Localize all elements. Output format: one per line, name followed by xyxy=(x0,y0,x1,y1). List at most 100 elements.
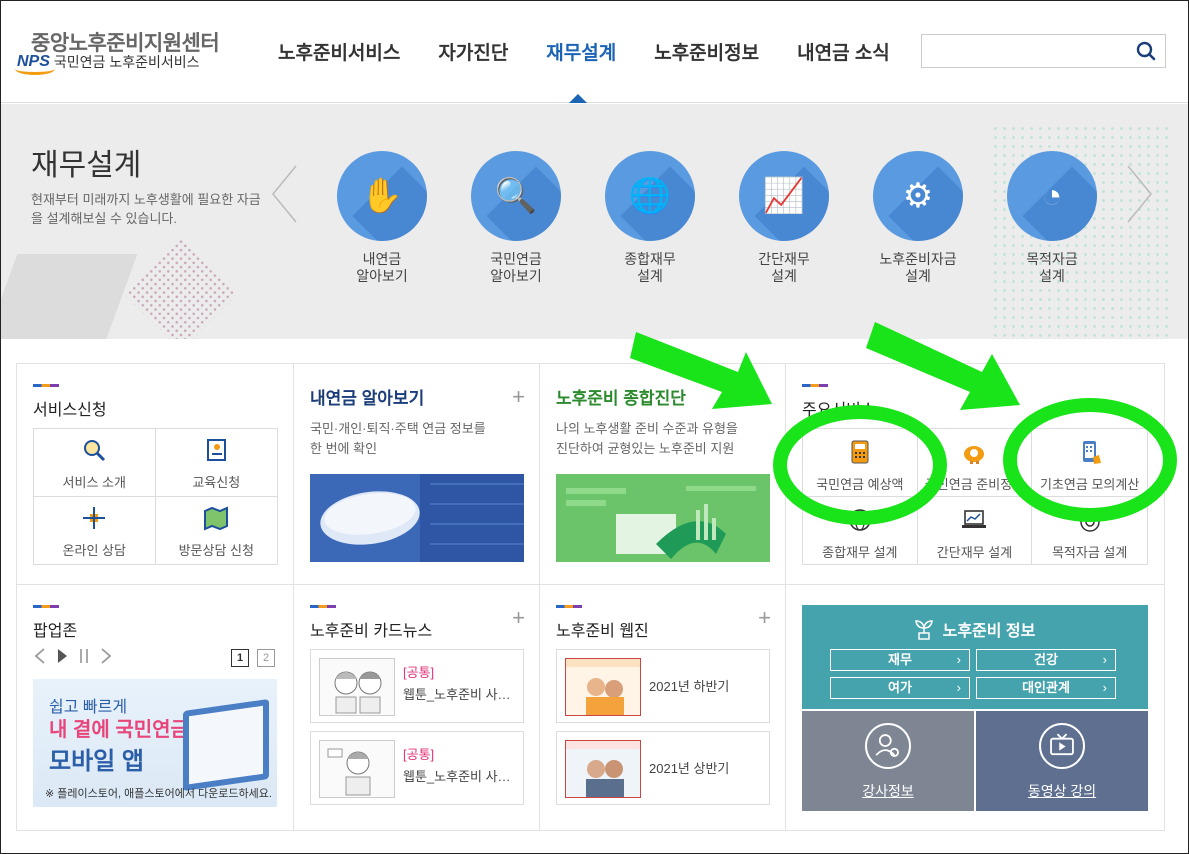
logo-swoosh-icon xyxy=(15,63,55,75)
nav-item-financial-planning[interactable]: 재무설계 xyxy=(546,38,616,65)
banner-item-purpose-fund-plan[interactable]: ◔ 목적자금 설계 xyxy=(992,151,1112,285)
service-label: 방문상담 신청 xyxy=(178,542,254,558)
pension-readiness-button[interactable]: 국민연금 준비정도 xyxy=(917,429,1033,497)
more-plus-icon[interactable]: + xyxy=(512,384,525,410)
video-lecture-panel[interactable]: 동영상 강의 xyxy=(976,711,1148,811)
health-topic-button[interactable]: 건강 › xyxy=(976,649,1116,671)
card-news-list: [공통] 웹툰_노후준비 사… [공통] 웹툰_노후준비 사… xyxy=(310,649,524,813)
service-label: 교육신청 xyxy=(192,475,241,490)
banner-item-label: 설계 xyxy=(637,268,663,284)
webzine-title: 2021년 상반기 xyxy=(649,761,730,776)
search-input[interactable] xyxy=(921,34,1166,68)
comprehensive-diagnosis-section: 노후준비 종합진단 나의 노후생활 준비 수준과 유형을 진단하여 균형있는 노후… xyxy=(540,364,786,585)
purpose-fund-plan-button[interactable]: 목적자금 설계 xyxy=(1032,497,1147,565)
pension-estimate-button[interactable]: 국민연금 예상액 xyxy=(803,429,918,497)
content-grid: 서비스신청 서비스 소개 교육신청 온라인 상담 방문상담 신청 내연금 알아보… xyxy=(16,363,1165,831)
chevron-right-icon: › xyxy=(1102,652,1107,667)
laptop-chart-icon xyxy=(962,509,987,528)
main-nav: 노후준비서비스 자가진단 재무설계 노후준비정보 내연금 소식 xyxy=(278,38,928,65)
nav-item-retirement-service[interactable]: 노후준비서비스 xyxy=(278,38,400,65)
calculator-icon xyxy=(851,440,869,464)
banner-item-label: 목적자금 xyxy=(1026,251,1078,267)
lecturer-info-panel[interactable]: 강사정보 xyxy=(802,711,974,811)
list-item[interactable]: 2021년 상반기 xyxy=(556,731,770,805)
category-banner: 재무설계 현재부터 미래까지 노후생활에 필요한 자금을 설계해보실 수 있습니… xyxy=(1,104,1188,339)
diagnosis-chart-image[interactable] xyxy=(556,474,770,562)
nav-item-pension-news[interactable]: 내연금 소식 xyxy=(797,38,890,65)
page-1-button[interactable]: 1 xyxy=(231,649,249,667)
list-item[interactable]: [공통] 웹툰_노후준비 사… xyxy=(310,649,524,723)
banner-item-label: 알아보기 xyxy=(356,268,408,284)
banner-item-label: 알아보기 xyxy=(490,268,542,284)
nav-item-retirement-info[interactable]: 노후준비정보 xyxy=(654,38,759,65)
topic-label: 재무 xyxy=(888,652,912,667)
simple-plan-button[interactable]: 간단재무 설계 xyxy=(918,496,1033,564)
relationship-topic-button[interactable]: 대인관계 › xyxy=(976,677,1116,699)
main-services-section: 주요서비스 국민연금 예상액 국민연금 준비정도 기초연금 모의계산 종합재무 … xyxy=(786,364,1165,585)
service-label: 간단재무 설계 xyxy=(936,544,1013,560)
chevron-right-icon[interactable] xyxy=(1124,164,1154,224)
video-lecture-link[interactable]: 동영상 강의 xyxy=(976,781,1148,801)
mobile-app-banner[interactable]: 쉽고 빠르게 내 곁에 국민연금 모바일 앱 ※ 플레이스토어, 애플스토어에서… xyxy=(33,679,277,807)
online-consult-button[interactable]: 온라인 상담 xyxy=(34,496,156,564)
page-2-button[interactable]: 2 xyxy=(257,649,275,667)
banner-item-retirement-fund-plan[interactable]: ⚙ 노후준비자금 설계 xyxy=(858,151,978,285)
card-news-section: 노후준비 카드뉴스 + [공통] 웹툰_노후준비 사… [공통] 웹툰_노후준비… xyxy=(294,585,540,831)
webzine-title: 2021년 하반기 xyxy=(649,679,730,694)
basic-pension-calc-button[interactable]: 기초연금 모의계산 xyxy=(1032,429,1147,497)
magnifier-icon xyxy=(84,440,106,462)
banner-item-label: 내연금 xyxy=(362,251,402,267)
phone-illustration xyxy=(183,698,269,792)
webzine-section: 노후준비 웹진 + 2021년 하반기 2021년 상반기 xyxy=(540,585,786,831)
news-title: 웹툰_노후준비 사… xyxy=(403,687,511,702)
service-intro-button[interactable]: 서비스 소개 xyxy=(34,429,156,497)
more-plus-icon[interactable]: + xyxy=(758,605,771,631)
hand-coins-icon: ✋ xyxy=(360,177,404,215)
section-title: 서비스신청 xyxy=(33,402,107,419)
globe-chart-icon: 🌐 xyxy=(628,177,672,215)
play-icon[interactable] xyxy=(55,647,69,665)
chevron-right-icon[interactable] xyxy=(99,647,113,665)
chevron-left-icon[interactable] xyxy=(270,164,300,224)
more-plus-icon[interactable]: + xyxy=(512,605,525,631)
banner-item-my-pension[interactable]: ✋ 내연금 알아보기 xyxy=(322,151,442,285)
search-icon[interactable] xyxy=(1136,41,1156,61)
section-description: 국민·개인·퇴직·주택 연금 정보를 한 번에 확인 xyxy=(310,419,530,459)
chevron-right-icon: › xyxy=(956,680,961,695)
network-icon xyxy=(83,506,106,529)
section-accent-bar xyxy=(310,605,336,608)
banner-item-simple-plan[interactable]: 📈 간단재무 설계 xyxy=(724,151,844,285)
gear-person-icon: ⚙ xyxy=(902,177,934,215)
list-item[interactable]: [공통] 웹툰_노후준비 사… xyxy=(310,731,524,805)
sprout-icon xyxy=(914,620,933,640)
popup-pager: 1 2 xyxy=(231,649,275,667)
comprehensive-plan-button[interactable]: 종합재무 설계 xyxy=(803,496,918,564)
chevron-left-icon[interactable] xyxy=(33,647,47,665)
section-title[interactable]: 내연금 알아보기 xyxy=(310,384,424,409)
nps-document-icon: 🔍 xyxy=(494,177,538,215)
webtoon-thumbnail xyxy=(319,740,395,798)
finance-topic-button[interactable]: 재무 › xyxy=(830,649,970,671)
education-apply-button[interactable]: 교육신청 xyxy=(155,429,277,497)
page-description: 현재부터 미래까지 노후생활에 필요한 자금을 설계해보실 수 있습니다. xyxy=(31,192,261,226)
mouse-keyboard-image[interactable] xyxy=(310,474,524,562)
section-title: 팝업존 xyxy=(33,623,78,640)
section-accent-bar xyxy=(33,605,59,608)
phone-hand-icon xyxy=(1082,441,1101,464)
banner-item-comprehensive-plan[interactable]: 🌐 종합재무 설계 xyxy=(590,151,710,285)
list-item[interactable]: 2021년 하반기 xyxy=(556,649,770,723)
map-icon xyxy=(204,505,229,531)
person-search-icon xyxy=(865,723,911,769)
section-title[interactable]: 노후준비 웹진 xyxy=(556,617,649,641)
pause-icon[interactable] xyxy=(77,647,91,665)
leisure-topic-button[interactable]: 여가 › xyxy=(830,677,970,699)
banner-item-label: 설계 xyxy=(905,268,931,284)
visit-consult-button[interactable]: 방문상담 신청 xyxy=(156,497,278,565)
nav-item-self-diagnosis[interactable]: 자가진단 xyxy=(438,38,508,65)
section-title[interactable]: 노후준비 종합진단 xyxy=(556,384,686,409)
banner-item-national-pension[interactable]: 🔍 국민연금 알아보기 xyxy=(456,151,576,285)
section-title[interactable]: 노후준비 카드뉴스 xyxy=(310,617,432,641)
globe-icon xyxy=(849,508,871,531)
target-icon xyxy=(1079,510,1100,532)
lecturer-info-link[interactable]: 강사정보 xyxy=(802,781,974,801)
